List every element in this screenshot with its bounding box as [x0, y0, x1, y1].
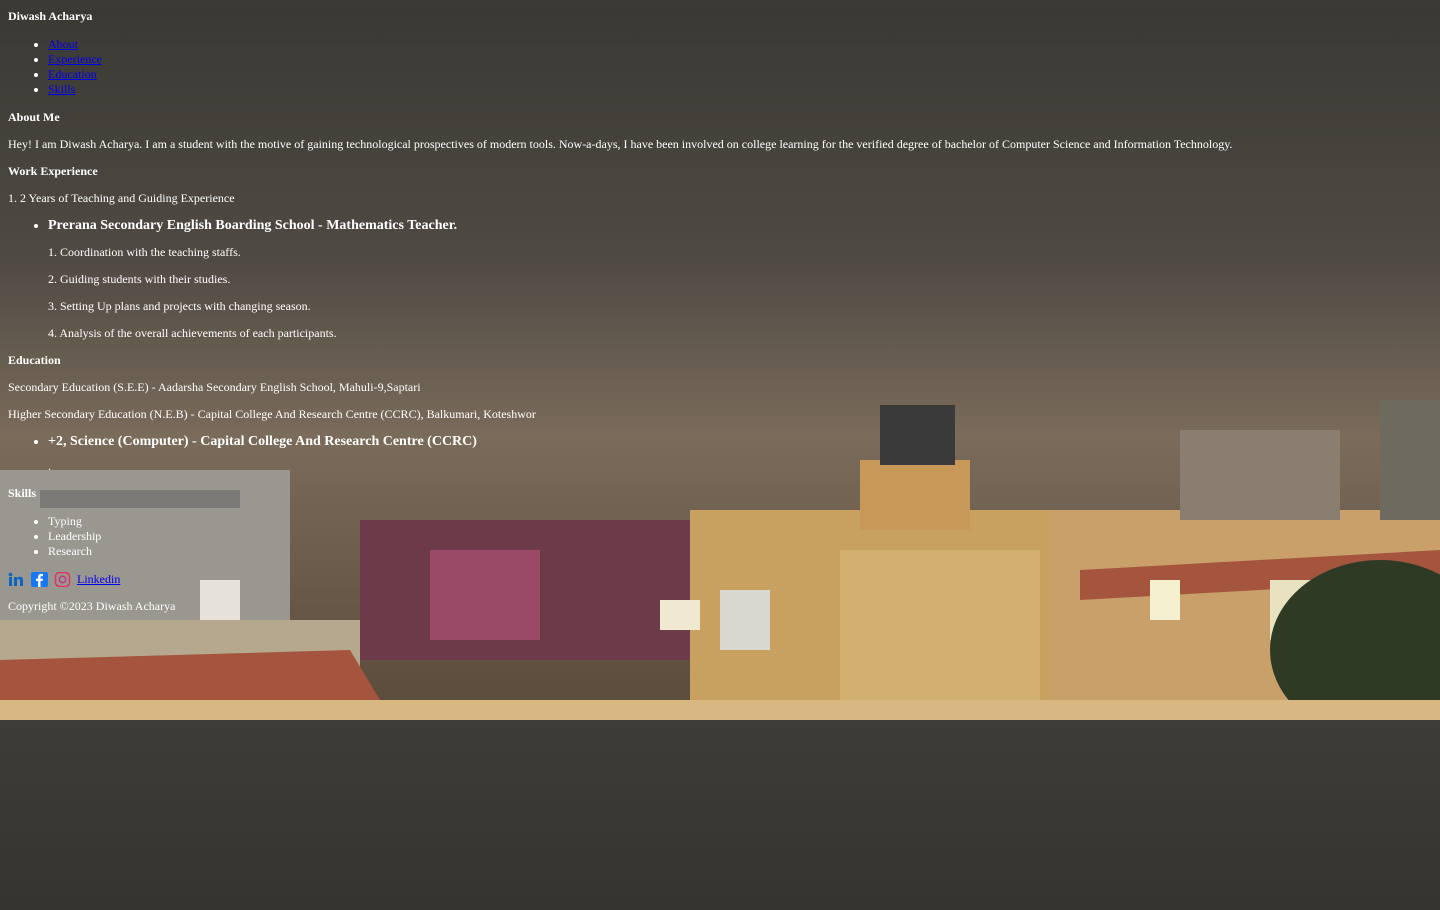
job-duty: 4. Analysis of the overall achievements … — [48, 326, 337, 340]
program-note: . — [48, 459, 51, 473]
job-list: Prerana Secondary English Boarding Schoo… — [8, 217, 1432, 234]
skills-title: Skills — [8, 486, 37, 500]
skill-item: Research — [48, 544, 1432, 559]
education-item: Secondary Education (S.E.E) - Aadarsha S… — [8, 380, 421, 394]
job-duties: 1. Coordination with the teaching staffs… — [8, 246, 1432, 340]
experience-title: Work Experience — [8, 164, 98, 178]
skill-item: Leadership — [48, 529, 1432, 544]
site-name: Diwash Acharya — [8, 9, 93, 23]
nav-link-education[interactable]: Education — [48, 67, 97, 81]
about-title: About Me — [8, 110, 60, 124]
nav-menu: About Experience Education Skills — [8, 37, 1432, 97]
skills-list: Typing Leadership Research — [8, 514, 1432, 559]
nav-link-experience[interactable]: Experience — [48, 52, 102, 66]
skill-item: Typing — [48, 514, 1432, 529]
experience-summary: 1. 2 Years of Teaching and Guiding Exper… — [8, 191, 235, 205]
nav-link-about[interactable]: About — [48, 37, 78, 51]
nav-item-skills: Skills — [48, 82, 1432, 97]
facebook-icon[interactable] — [31, 571, 48, 587]
linkedin-link[interactable]: Linkedin — [77, 572, 120, 587]
job-duty: 2. Guiding students with their studies. — [48, 272, 231, 286]
background-lower — [0, 720, 1440, 910]
linkedin-icon[interactable] — [8, 572, 25, 587]
program-note-wrap: . — [8, 460, 1432, 473]
page-content: Diwash Acharya About Experience Educatio… — [0, 10, 1440, 613]
job-duty: 3. Setting Up plans and projects with ch… — [48, 299, 311, 313]
social-links: Linkedin — [8, 571, 1432, 587]
nav-item-education: Education — [48, 67, 1432, 82]
program-list: +2, Science (Computer) - Capital College… — [8, 433, 1432, 450]
nav-link-skills[interactable]: Skills — [48, 82, 75, 96]
program-title: +2, Science (Computer) - Capital College… — [48, 433, 1432, 450]
education-title: Education — [8, 353, 61, 367]
nav-item-about: About — [48, 37, 1432, 52]
job-title: Prerana Secondary English Boarding Schoo… — [48, 217, 1432, 234]
instagram-icon[interactable] — [54, 571, 71, 587]
nav-item-experience: Experience — [48, 52, 1432, 67]
copyright: Copyright ©2023 Diwash Acharya — [8, 599, 176, 613]
job-duty: 1. Coordination with the teaching staffs… — [48, 245, 241, 259]
education-item: Higher Secondary Education (N.E.B) - Cap… — [8, 407, 536, 421]
about-text: Hey! I am Diwash Acharya. I am a student… — [8, 137, 1233, 151]
